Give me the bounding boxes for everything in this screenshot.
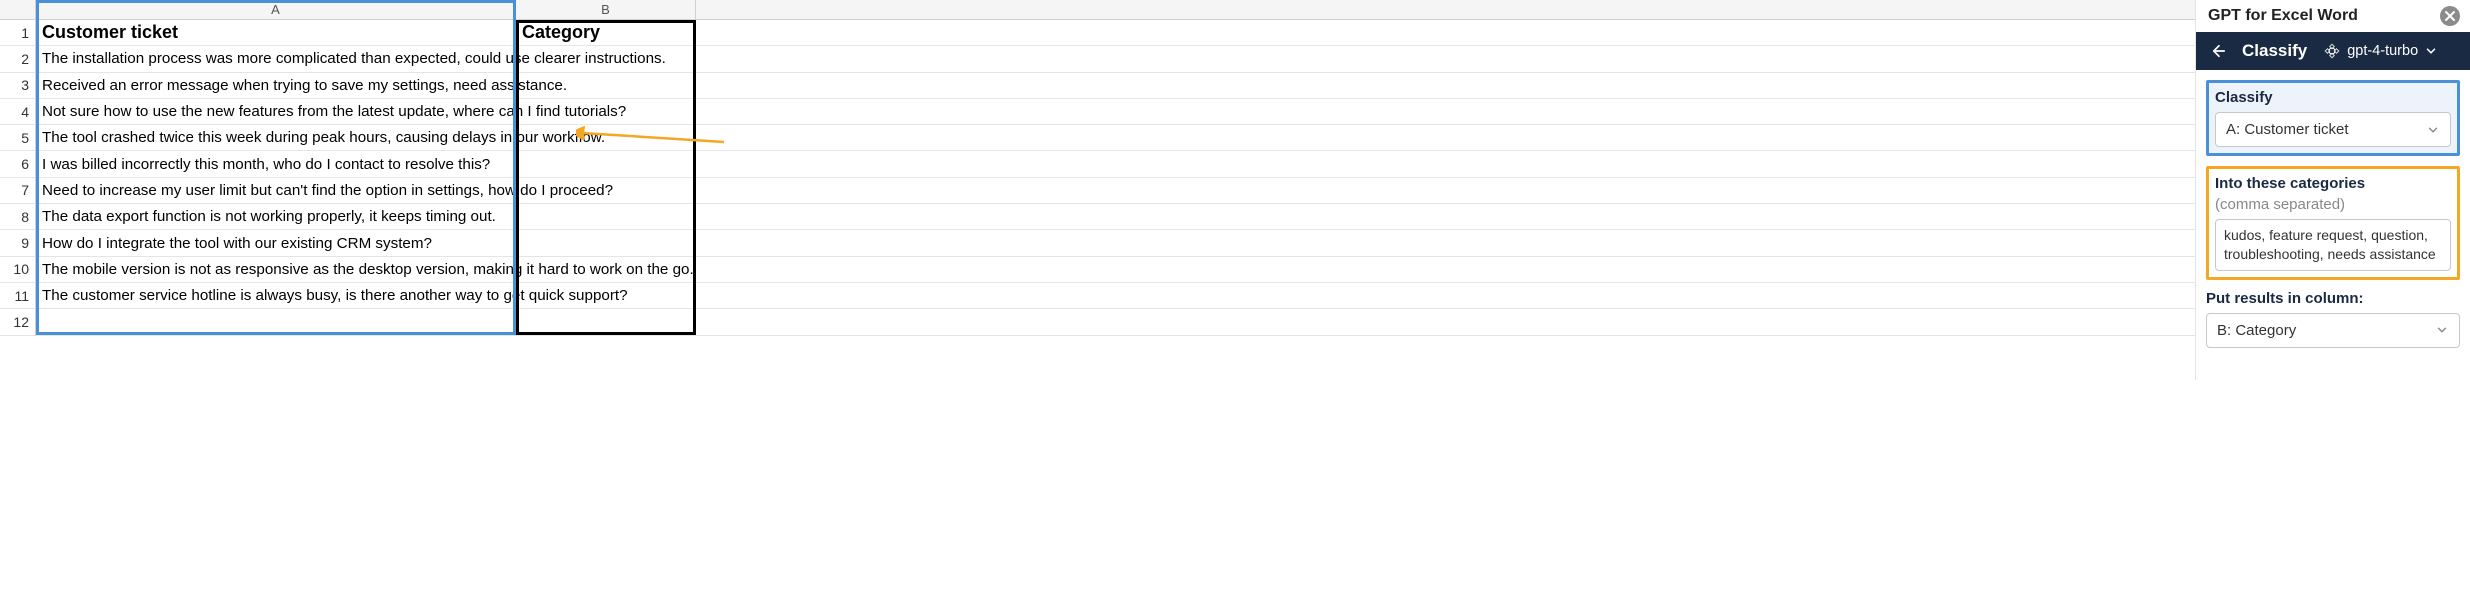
cell[interactable] <box>516 46 696 71</box>
table-row: Not sure how to use the new features fro… <box>36 99 2195 125</box>
table-row: The installation process was more compli… <box>36 46 2195 72</box>
chevron-down-icon <box>2424 44 2438 58</box>
model-name: gpt-4-turbo <box>2347 43 2418 59</box>
model-selector[interactable]: gpt-4-turbo <box>2323 42 2438 60</box>
table-row: I was billed incorrectly this month, who… <box>36 151 2195 177</box>
cell[interactable]: Category <box>516 20 696 45</box>
table-row: The tool crashed twice this week during … <box>36 125 2195 151</box>
cell[interactable]: The data export function is not working … <box>36 204 516 229</box>
cell[interactable] <box>516 125 696 150</box>
sidebar: GPT for Excel Word Classify gpt-4-turbo … <box>2195 0 2470 380</box>
cell[interactable]: Received an error message when trying to… <box>36 73 516 98</box>
cell[interactable]: Customer ticket <box>36 20 516 45</box>
classify-field-group: Classify A: Customer ticket <box>2206 80 2460 156</box>
cell[interactable] <box>516 283 696 308</box>
cell[interactable]: The customer service hotline is always b… <box>36 283 516 308</box>
cell[interactable] <box>516 257 696 282</box>
cell[interactable] <box>516 151 696 176</box>
cell[interactable] <box>516 230 696 255</box>
cell[interactable]: How do I integrate the tool with our exi… <box>36 230 516 255</box>
row-headers: 123456789101112 <box>0 0 36 336</box>
cell[interactable]: The mobile version is not as responsive … <box>36 257 516 282</box>
cell[interactable] <box>36 309 516 334</box>
row-header[interactable]: 3 <box>0 73 35 99</box>
row-header[interactable]: 6 <box>0 151 35 177</box>
chevron-down-icon <box>2426 123 2440 137</box>
breadcrumb-title: Classify <box>2242 41 2307 61</box>
back-button[interactable] <box>2208 40 2230 62</box>
row-header[interactable]: 5 <box>0 125 35 151</box>
table-row: Customer ticketCategory <box>36 20 2195 46</box>
row-header[interactable]: 9 <box>0 230 35 256</box>
row-header[interactable]: 4 <box>0 99 35 125</box>
results-label: Put results in column: <box>2206 290 2460 307</box>
cell[interactable] <box>516 99 696 124</box>
corner-cell[interactable] <box>0 0 35 20</box>
table-row: The customer service hotline is always b… <box>36 283 2195 309</box>
arrow-left-icon <box>2210 42 2228 60</box>
close-button[interactable] <box>2440 6 2460 26</box>
row-header[interactable]: 7 <box>0 178 35 204</box>
openai-icon <box>2323 42 2341 60</box>
cell[interactable]: Not sure how to use the new features fro… <box>36 99 516 124</box>
classify-dropdown[interactable]: A: Customer ticket <box>2215 112 2451 147</box>
row-header[interactable]: 10 <box>0 257 35 283</box>
close-icon <box>2444 10 2456 22</box>
cell[interactable] <box>516 73 696 98</box>
table-row: Need to increase my user limit but can't… <box>36 178 2195 204</box>
sidebar-header: GPT for Excel Word <box>2196 0 2470 32</box>
spreadsheet: 123456789101112 A B Customer ticketCateg… <box>0 0 2195 380</box>
grid: Customer ticketCategoryThe installation … <box>36 20 2195 336</box>
cell[interactable]: Need to increase my user limit but can't… <box>36 178 516 203</box>
row-header[interactable]: 8 <box>0 204 35 230</box>
table-row <box>36 309 2195 335</box>
results-value: B: Category <box>2217 322 2296 339</box>
breadcrumb-bar: Classify gpt-4-turbo <box>2196 32 2470 70</box>
classify-label: Classify <box>2215 89 2451 106</box>
table-row: The mobile version is not as responsive … <box>36 257 2195 283</box>
column-headers: A B <box>36 0 2195 20</box>
cell[interactable] <box>516 204 696 229</box>
categories-hint: (comma separated) <box>2215 196 2345 213</box>
chevron-down-icon <box>2435 323 2449 337</box>
column-header-b[interactable]: B <box>516 0 696 19</box>
classify-value: A: Customer ticket <box>2226 121 2349 138</box>
categories-input[interactable]: kudos, feature request, question, troubl… <box>2215 219 2451 271</box>
results-dropdown[interactable]: B: Category <box>2206 313 2460 348</box>
row-header[interactable]: 11 <box>0 283 35 309</box>
results-field-group: Put results in column: B: Category <box>2206 290 2460 348</box>
panel-body: Classify A: Customer ticket Into these c… <box>2196 70 2470 368</box>
table-row: How do I integrate the tool with our exi… <box>36 230 2195 256</box>
cell[interactable]: The installation process was more compli… <box>36 46 516 71</box>
table-row: The data export function is not working … <box>36 204 2195 230</box>
cell[interactable] <box>516 309 696 334</box>
table-row: Received an error message when trying to… <box>36 73 2195 99</box>
cell[interactable]: I was billed incorrectly this month, who… <box>36 151 516 176</box>
row-header[interactable]: 1 <box>0 20 35 46</box>
sidebar-title: GPT for Excel Word <box>2208 7 2358 25</box>
cell[interactable] <box>516 178 696 203</box>
row-header[interactable]: 12 <box>0 309 35 335</box>
cell[interactable]: The tool crashed twice this week during … <box>36 125 516 150</box>
categories-label: Into these categories (comma separated) <box>2215 175 2451 213</box>
row-header[interactable]: 2 <box>0 46 35 72</box>
categories-field-group: Into these categories (comma separated) … <box>2206 166 2460 280</box>
column-header-a[interactable]: A <box>36 0 516 19</box>
